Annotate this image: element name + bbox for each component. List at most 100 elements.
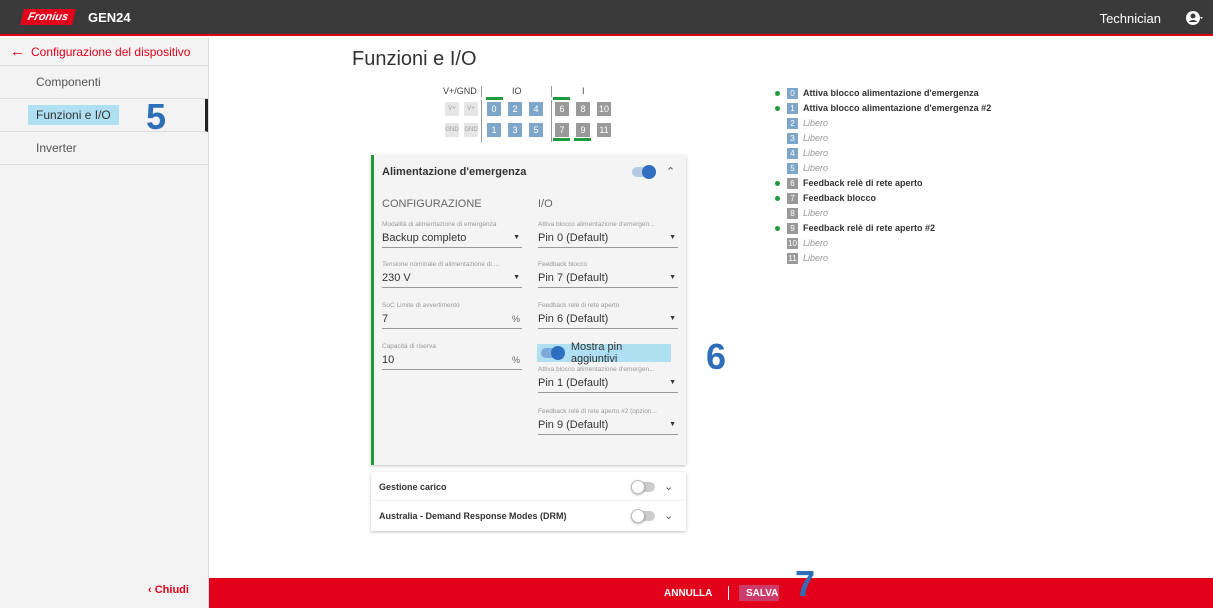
sidebar-item-label: Funzioni e I/O <box>28 105 119 125</box>
field-label: Attiva blocco alimentazione d'emergen... <box>538 221 655 228</box>
pin-badge: 4 <box>787 147 798 159</box>
io-grid-relay-feedback-select[interactable]: Feedback relè di rete aperto Pin 6 (Defa… <box>538 302 678 329</box>
pin-10[interactable]: 10 <box>597 102 611 116</box>
load-management-card[interactable]: Gestione carico ⌄ <box>371 472 686 502</box>
pin-4[interactable]: 4 <box>529 102 543 116</box>
pin-divider <box>551 86 552 97</box>
annotation-6: 6 <box>706 336 727 377</box>
io-grid-relay-feedback-2-select[interactable]: Feedback relè di rete aperto #2 (opzion.… <box>538 408 678 435</box>
card-title: Gestione carico <box>379 482 447 492</box>
pin-5[interactable]: 5 <box>529 123 543 137</box>
pin-function: Feedback blocco <box>803 193 877 203</box>
toggle-knob <box>631 509 645 523</box>
pin-2[interactable]: 2 <box>508 102 522 116</box>
list-item: 7 Feedback blocco <box>775 191 876 205</box>
list-item: 1 Attiva blocco alimentazione d'emergenza… <box>775 101 991 115</box>
user-name[interactable]: Technician <box>1100 11 1161 26</box>
list-item: 11 Libero <box>775 251 828 265</box>
list-item: 9 Feedback relè di rete aperto #2 <box>775 221 935 235</box>
pin-divider <box>551 100 552 142</box>
show-pins-switch[interactable] <box>541 346 565 360</box>
io-header: I/O <box>538 198 553 210</box>
annotation-5: 5 <box>146 96 167 137</box>
account-icon[interactable] <box>1185 9 1203 27</box>
pin-badge: 6 <box>787 177 798 189</box>
pin-7[interactable]: 7 <box>555 123 569 137</box>
save-button[interactable]: SALVA <box>746 588 778 599</box>
emergency-mode-select[interactable]: Modalità di alimentazione di emergenza B… <box>382 221 522 248</box>
pin-badge: 7 <box>787 192 798 204</box>
nominal-voltage-select[interactable]: Tensione nominale di alimentazione di ..… <box>382 261 522 288</box>
reserve-capacity-field[interactable]: Capacità di riserva 10% <box>382 343 522 370</box>
chevron-down-icon[interactable]: ⌄ <box>664 509 673 522</box>
field-label: Modalità di alimentazione di emergenza <box>382 221 497 228</box>
io-emergency-block-2-select[interactable]: Attiva blocco alimentazione d'emergen...… <box>538 366 678 393</box>
pin-6[interactable]: 6 <box>555 102 569 116</box>
field-value[interactable]: 10% <box>382 352 522 370</box>
config-header: CONFIGURAZIONE <box>382 198 482 210</box>
drm-card[interactable]: Australia - Demand Response Modes (DRM) … <box>371 501 686 531</box>
io-emergency-block-select[interactable]: Attiva blocco alimentazione d'emergen...… <box>538 221 678 248</box>
field-value[interactable]: 7% <box>382 311 522 329</box>
arrow-left-icon: ← <box>10 43 25 60</box>
active-dot-icon <box>775 90 780 96</box>
field-value[interactable]: Pin 7 (Default) ▼ <box>538 270 678 288</box>
emergency-power-card: Alimentazione d'emergenza ⌃ CONFIGURAZIO… <box>371 155 686 465</box>
pin-3[interactable]: 3 <box>508 123 522 137</box>
sidebar-item-funzioni-io[interactable]: Funzioni e I/O <box>0 99 208 132</box>
emergency-toggle[interactable] <box>632 165 656 179</box>
drm-toggle[interactable] <box>631 509 655 523</box>
list-item: 10 Libero <box>775 236 828 250</box>
sidebar-item-componenti[interactable]: Componenti <box>0 66 208 99</box>
field-label: Feedback blocco <box>538 261 588 268</box>
pin-9[interactable]: 9 <box>576 123 590 137</box>
pin-active-bar <box>553 138 570 141</box>
sidebar-item-inverter[interactable]: Inverter <box>0 132 208 165</box>
field-value[interactable]: Backup completo ▼ <box>382 230 522 248</box>
card-title: Alimentazione d'emergenza <box>382 166 527 178</box>
dropdown-caret-icon: ▼ <box>669 379 676 386</box>
sidebar: ← Configurazione del dispositivo Compone… <box>0 38 209 608</box>
dropdown-caret-icon: ▼ <box>513 234 520 241</box>
list-item: 5 Libero <box>775 161 828 175</box>
field-value-text: 7 <box>382 313 389 325</box>
io-block-feedback-select[interactable]: Feedback blocco Pin 7 (Default) ▼ <box>538 261 678 288</box>
pin-badge: 8 <box>787 207 798 219</box>
pin-11[interactable]: 11 <box>597 123 611 137</box>
pin-8[interactable]: 8 <box>576 102 590 116</box>
active-dot-icon <box>775 225 780 231</box>
pin-active-bar <box>486 97 503 100</box>
close-sidebar-button[interactable]: ‹ Chiudi <box>148 584 189 596</box>
dropdown-caret-icon: ▼ <box>513 274 520 281</box>
field-value[interactable]: Pin 9 (Default) ▼ <box>538 417 678 435</box>
pin-function: Attiva blocco alimentazione d'emergenza … <box>803 103 992 113</box>
card-title: Australia - Demand Response Modes (DRM) <box>379 511 567 521</box>
dropdown-caret-icon: ▼ <box>669 421 676 428</box>
pin-function: Feedback relè di rete aperto <box>803 178 923 188</box>
pin-0[interactable]: 0 <box>487 102 501 116</box>
pin-function: Libero <box>803 253 829 263</box>
pin-1[interactable]: 1 <box>487 123 501 137</box>
field-value[interactable]: Pin 6 (Default) ▼ <box>538 311 678 329</box>
field-value[interactable]: Pin 0 (Default) ▼ <box>538 230 678 248</box>
soc-limit-field[interactable]: SoC Limite di avvertimento 7% <box>382 302 522 329</box>
pin-vplus: V+ <box>445 102 459 116</box>
pin-badge: 0 <box>787 87 798 99</box>
field-value[interactable]: 230 V ▼ <box>382 270 522 288</box>
field-value[interactable]: Pin 1 (Default) ▼ <box>538 375 678 393</box>
chevron-down-icon[interactable]: ⌄ <box>664 480 673 493</box>
field-label: Capacità di riserva <box>382 343 436 350</box>
sidebar-item-label: Inverter <box>36 141 77 155</box>
show-additional-pins-toggle[interactable]: Mostra pin aggiuntivi <box>537 341 671 365</box>
load-management-toggle[interactable] <box>631 480 655 494</box>
cancel-button[interactable]: ANNULLA <box>664 588 712 599</box>
field-value-text: Pin 1 (Default) <box>538 377 609 389</box>
field-value-text: 230 V <box>382 272 411 284</box>
toggle-knob <box>642 165 656 179</box>
footer-action-bar: ANNULLA SALVA <box>209 578 1213 608</box>
chevron-up-icon[interactable]: ⌃ <box>666 165 675 178</box>
pin-active-bar <box>574 138 591 141</box>
list-item: 8 Libero <box>775 206 828 220</box>
pin-badge: 10 <box>787 237 798 249</box>
back-to-device-config[interactable]: ← Configurazione del dispositivo <box>0 38 208 66</box>
